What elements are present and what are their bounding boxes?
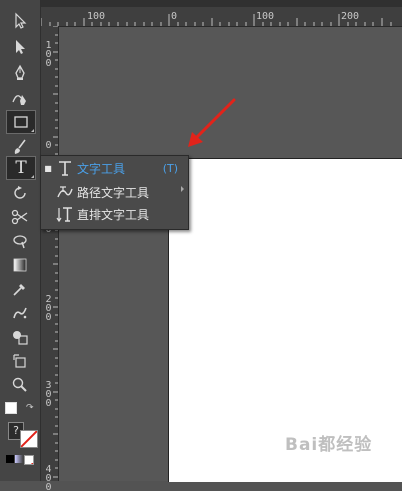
none-swatch[interactable] (24, 455, 34, 465)
selected-bullet-icon: ■ (44, 163, 52, 173)
gradient-tool[interactable] (6, 254, 34, 276)
ruler-label: 100 (43, 40, 54, 67)
shape-builder-tool[interactable] (6, 326, 34, 348)
flyout-item-label: 直排文字工具 (77, 207, 150, 222)
scissors-tool[interactable] (6, 206, 34, 228)
flyout-item-type-on-path-tool[interactable]: 路径文字工具 (43, 181, 184, 203)
ruler-label-text: 100 (43, 40, 54, 67)
eyedropper-icon (13, 284, 25, 296)
eyedropper-tool[interactable] (6, 278, 34, 300)
vertical-type-icon (53, 205, 77, 223)
direct-selection-tool[interactable] (6, 36, 34, 58)
flyout-indicator (31, 129, 34, 132)
gradient-icon (13, 258, 27, 272)
ruler-label: 100 (87, 11, 106, 22)
warp-icon (13, 235, 27, 249)
watermark: Bai都经验 (285, 435, 373, 455)
ruler-label: 100 (256, 11, 275, 22)
horizontal-ruler: 100 0 100 200 (41, 0, 402, 27)
artboard-tool[interactable] (6, 350, 34, 372)
curvature-tool[interactable] (6, 88, 34, 110)
vertical-ruler: 100 0 100 200 300 400 (41, 26, 59, 491)
curvature-pen-icon (12, 95, 26, 105)
scissors-icon (11, 209, 28, 225)
tearoff-arrow-icon[interactable] (181, 186, 184, 192)
rectangle-tool[interactable] (6, 110, 36, 134)
ruler-label-text: 300 (43, 380, 54, 407)
flyout-item-label: 文字工具 (77, 161, 126, 176)
tools-panel: T ↷ ? (0, 0, 41, 481)
sprayer-icon (13, 307, 27, 319)
warp-tool[interactable] (6, 230, 34, 252)
type-on-path-icon (53, 183, 77, 201)
flyout-item-label: 路径文字工具 (77, 185, 150, 200)
annotation-arrow (188, 98, 236, 147)
arrow-icon (15, 12, 27, 29)
paintbrush-tool[interactable] (6, 136, 34, 158)
shape-builder-icon (13, 331, 28, 345)
ruler-label-text: 0 (43, 140, 54, 151)
selection-tool[interactable] (6, 10, 34, 32)
flyout-item-vertical-type-tool[interactable]: 直排文字工具 (43, 203, 184, 225)
artboard-icon (13, 354, 26, 368)
ruler-ticks (53, 26, 58, 478)
rotate-icon (14, 186, 26, 199)
ruler-label: 0 (43, 140, 54, 151)
type-icon: T (15, 158, 27, 178)
stroke-none-swatch[interactable] (20, 430, 38, 448)
ruler-label: 0 (171, 11, 178, 22)
magnifier-icon (12, 377, 27, 392)
pen-tool[interactable] (6, 62, 34, 84)
pen-icon (15, 64, 25, 80)
ruler-label: 400 (43, 464, 54, 491)
ruler-label: 300 (43, 380, 54, 407)
brush-icon (14, 139, 26, 154)
ruler-label: 200 (341, 11, 360, 22)
rotate-tool[interactable] (6, 182, 34, 204)
filled-arrow-icon (16, 40, 25, 54)
flyout-indicator (31, 175, 34, 178)
shortcut-label: (T) (162, 161, 178, 175)
flyout-item-type-tool[interactable]: ■ 文字工具 (T) (43, 157, 184, 179)
symbol-sprayer-tool[interactable] (6, 302, 34, 324)
rectangle-icon (14, 116, 28, 128)
ruler-label-text: 200 (43, 294, 54, 321)
ruler-label: 200 (43, 294, 54, 321)
gradient-swatch[interactable] (15, 455, 23, 463)
type-icon (53, 159, 77, 177)
type-tool[interactable]: T (6, 156, 36, 180)
ruler-label-text: 400 (43, 464, 54, 491)
swap-colors-icon[interactable]: ↷ (26, 403, 34, 413)
default-colors-icon[interactable] (5, 402, 17, 414)
type-tool-flyout: ■ 文字工具 (T) 路径文字工具 直排文字工具 (40, 155, 189, 230)
zoom-tool[interactable] (6, 374, 34, 396)
color-swatch-black[interactable] (6, 455, 14, 463)
